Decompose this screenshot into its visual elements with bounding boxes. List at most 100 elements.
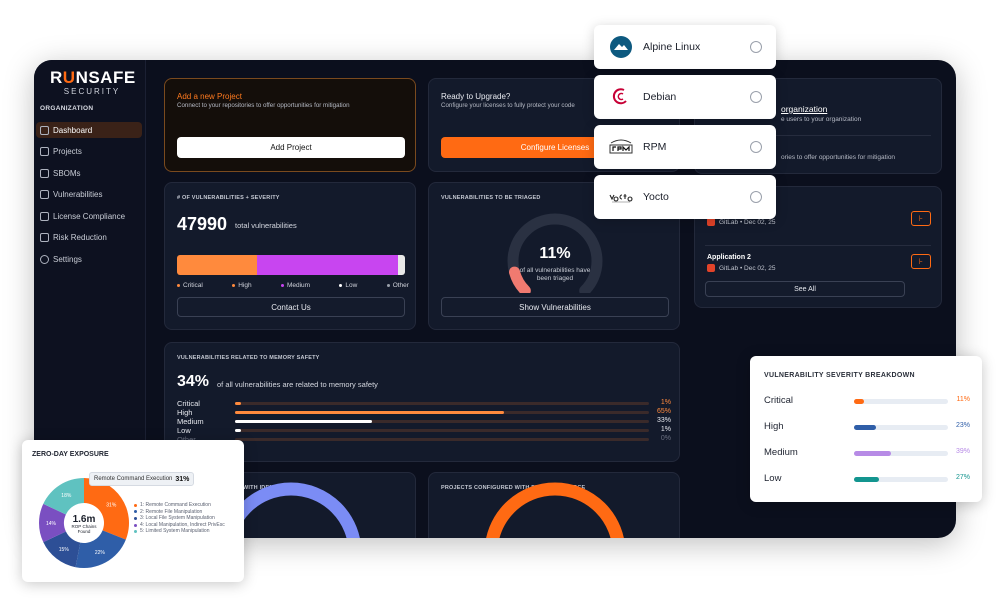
protect-source-gauge xyxy=(486,482,624,538)
mitigation-text: ories to offer opportunities for mitigat… xyxy=(781,154,896,161)
legend-label: 1: Remote Command Execution xyxy=(140,502,211,508)
breakdown-title: VULNERABILITY SEVERITY BREAKDOWN xyxy=(764,372,915,379)
memory-fill-critical xyxy=(235,402,242,405)
upgrade-title: Ready to Upgrade? xyxy=(441,92,511,101)
organization-link[interactable]: organization xyxy=(781,104,827,114)
logo-wordmark: RUNSAFE xyxy=(50,68,136,87)
divider xyxy=(705,245,931,246)
add-project-button[interactable]: Add Project xyxy=(177,137,405,158)
sidebar-item-risk-reduction[interactable]: Risk Reduction xyxy=(36,230,142,246)
sbom-icon xyxy=(40,168,49,178)
distro-radio[interactable] xyxy=(750,141,762,153)
severity-legend: Critical High Medium Low Other xyxy=(177,282,409,289)
breakdown-row-medium: Medium 39% xyxy=(764,447,970,458)
list-item[interactable]: Application 2 GitLab • Dec 02, 25 ⊦ xyxy=(707,254,931,272)
breakdown-value: 11% xyxy=(956,396,971,403)
application-action-button[interactable]: ⊦ xyxy=(911,211,931,226)
total-vulnerabilities-count: 47990 xyxy=(177,214,228,234)
breakdown-row-critical: Critical 11% xyxy=(764,395,971,406)
distro-option-rpm[interactable]: RPM xyxy=(594,125,776,169)
sidebar-item-vulnerabilities[interactable]: Vulnerabilities xyxy=(36,187,142,203)
distro-radio[interactable] xyxy=(750,91,762,103)
risk-icon xyxy=(40,233,49,242)
sidebar-section-label: ORGANIZATION xyxy=(40,105,94,112)
memory-fill-high xyxy=(235,411,505,414)
total-vulnerabilities-label: total vulnerabilities xyxy=(235,221,297,230)
legend-label: 4: Local Manipulation, Indirect PrivEsc xyxy=(140,521,225,528)
runsafe-logo[interactable]: RUNSAFE SECURITY xyxy=(50,68,136,96)
breakdown-value: 27% xyxy=(955,474,970,481)
donut-slice-label: 31% xyxy=(106,502,117,508)
triage-label: of all vulnerabilities have been triaged xyxy=(519,267,591,282)
distro-radio[interactable] xyxy=(750,191,762,203)
legend-dot xyxy=(134,516,137,520)
projects-icon xyxy=(40,147,49,156)
legend-item: 1: Remote Command Execution xyxy=(134,502,225,509)
application-action-button[interactable]: ⊦ xyxy=(911,254,931,269)
legend-critical: Critical xyxy=(177,282,203,289)
card-title: VULNERABILITIES TO BE TRIAGED xyxy=(441,195,541,201)
dashboard-icon xyxy=(40,125,49,135)
donut-center-text: Found xyxy=(78,529,91,534)
breakdown-fill xyxy=(854,451,891,456)
memory-safety-label: of all vulnerabilities are related to me… xyxy=(217,380,378,389)
legend-medium: Medium xyxy=(280,282,310,289)
legend-item: 4: Local Manipulation, Indirect PrivEsc xyxy=(134,522,225,529)
sidebar-item-sboms[interactable]: SBOMs xyxy=(36,165,142,181)
legend-other: Other xyxy=(386,282,409,289)
debian-icon xyxy=(608,86,634,108)
memory-fill-low xyxy=(235,429,242,432)
distro-option-yocto[interactable]: Yocto xyxy=(594,175,776,219)
logo-subtitle: SECURITY xyxy=(63,87,121,96)
add-project-subtitle: Connect to your repositories to offer op… xyxy=(177,102,350,109)
donut-slice-label: 18% xyxy=(61,493,72,499)
breakdown-row-low: Low 27% xyxy=(764,473,970,484)
contact-us-button[interactable]: Contact Us xyxy=(177,297,405,317)
add-project-title: Add a new Project xyxy=(177,92,242,101)
severity-segment-critical xyxy=(177,255,257,275)
legend-item: 3: Local File System Manipulation xyxy=(134,515,225,522)
legend-dot xyxy=(134,523,137,527)
severity-stacked-bar xyxy=(177,255,405,275)
legend-high: High xyxy=(232,282,252,289)
legend-item: 2: Remote File Manipulation xyxy=(134,509,225,516)
distro-name: Debian xyxy=(643,91,677,103)
sidebar-item-projects[interactable]: Projects xyxy=(36,144,142,160)
distro-radio[interactable] xyxy=(750,41,762,53)
breakdown-value: 39% xyxy=(955,448,970,455)
add-project-card: Add a new Project Connect to your reposi… xyxy=(164,78,416,172)
donut-slice-label: 15% xyxy=(59,547,70,553)
severity-breakdown-card: VULNERABILITY SEVERITY BREAKDOWN Critica… xyxy=(750,356,982,502)
upgrade-subtitle: Configure your licenses to fully protect… xyxy=(441,102,575,109)
breakdown-value: 23% xyxy=(955,422,970,429)
distro-name: Alpine Linux xyxy=(643,41,701,53)
sidebar-nav: Dashboard Projects SBOMs Vulnerabilities… xyxy=(36,122,142,273)
breakdown-row-high: High 23% xyxy=(764,421,970,432)
breakdown-fill xyxy=(854,399,865,404)
license-icon xyxy=(40,211,49,221)
distro-option-debian[interactable]: Debian xyxy=(594,75,776,119)
legend-dot xyxy=(134,530,137,534)
protect-source-card: PROJECTS CONFIGURED WITH PROTECT SOURCE xyxy=(428,472,680,538)
legend-label: 2: Remote File Manipulation xyxy=(140,508,203,515)
distro-name: Yocto xyxy=(643,191,669,203)
gear-icon xyxy=(40,254,49,264)
vulnerabilities-icon xyxy=(40,190,49,199)
legend-low: Low xyxy=(339,282,357,289)
distro-option-alpine[interactable]: Alpine Linux xyxy=(594,25,776,69)
breakdown-fill xyxy=(854,425,876,430)
zero-day-legend: 1: Remote Command Execution 2: Remote Fil… xyxy=(134,502,225,535)
see-all-button[interactable]: See All xyxy=(705,281,905,297)
sidebar-item-dashboard[interactable]: Dashboard xyxy=(36,122,142,138)
sidebar-item-settings[interactable]: Settings xyxy=(36,251,142,267)
memory-safety-percent: 34% xyxy=(177,373,210,390)
gitlab-icon xyxy=(707,218,715,226)
zero-day-title: ZERO-DAY EXPOSURE xyxy=(32,451,109,458)
breakdown-fill xyxy=(854,477,880,482)
show-vulnerabilities-button[interactable]: Show Vulnerabilities xyxy=(441,297,669,317)
legend-item: 5: Limited System Manipulation xyxy=(134,528,225,535)
sidebar-item-license-compliance[interactable]: License Compliance xyxy=(36,208,142,224)
legend-label: 5: Limited System Manipulation xyxy=(140,528,210,535)
vulnerabilities-severity-card: # OF VULNERABILITIES + SEVERITY 47990 to… xyxy=(164,182,416,330)
identify-gauge-arc xyxy=(222,482,360,538)
